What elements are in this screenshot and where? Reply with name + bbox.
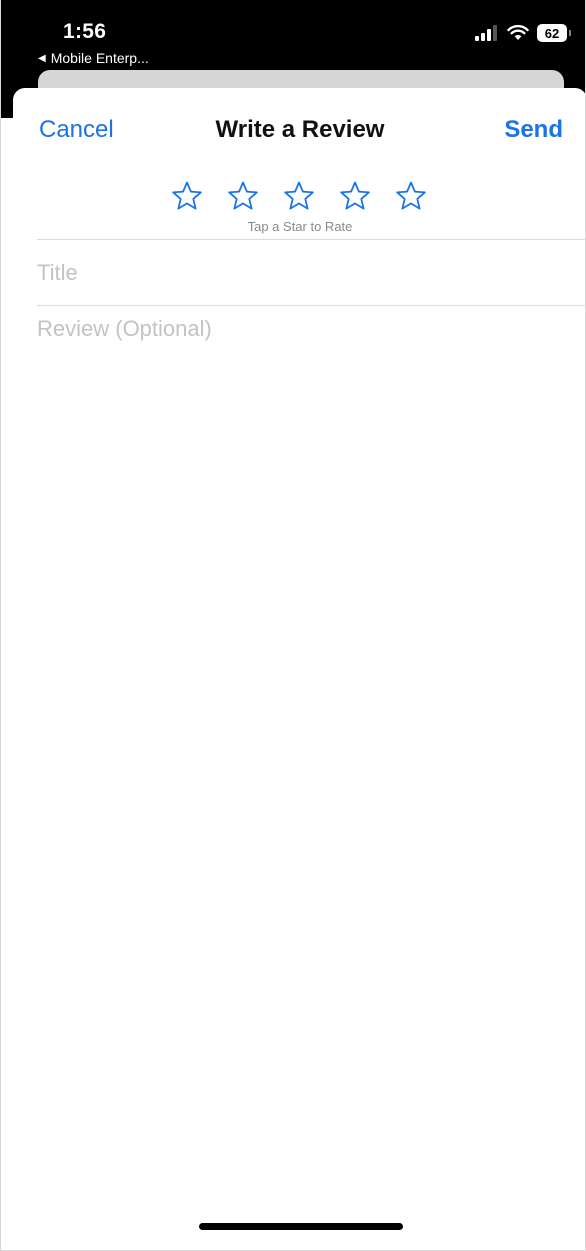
- navigation-bar: Cancel Write a Review Send: [13, 112, 585, 152]
- divider: [37, 239, 585, 240]
- home-indicator[interactable]: [199, 1223, 403, 1230]
- battery-level: 62: [544, 25, 560, 41]
- status-icons: 62: [475, 24, 571, 42]
- back-app-label: Mobile Enterp...: [50, 50, 149, 66]
- star-rating: [171, 180, 427, 212]
- send-button[interactable]: Send: [504, 116, 563, 144]
- star-4-icon[interactable]: [339, 180, 371, 212]
- star-5-icon[interactable]: [395, 180, 427, 212]
- star-2-icon[interactable]: [227, 180, 259, 212]
- review-textarea[interactable]: [37, 316, 557, 1116]
- divider: [37, 305, 585, 306]
- title-input[interactable]: [37, 250, 557, 296]
- back-to-app-link[interactable]: ◀ Mobile Enterp...: [38, 50, 149, 66]
- write-review-sheet: Cancel Write a Review Send Tap a Star to…: [13, 88, 585, 1250]
- page-title: Write a Review: [215, 116, 385, 143]
- back-triangle-icon: ◀: [38, 52, 46, 64]
- review-screen: 1:56 ◀ Mobile Enterp... 62 Cancel Write …: [0, 0, 586, 1251]
- battery-icon: 62: [537, 24, 571, 42]
- status-time: 1:56: [63, 20, 107, 43]
- star-1-icon[interactable]: [171, 180, 203, 212]
- star-3-icon[interactable]: [283, 180, 315, 212]
- cellular-signal-icon: [475, 25, 499, 41]
- wifi-icon: [507, 25, 529, 40]
- rating-hint: Tap a Star to Rate: [247, 219, 353, 234]
